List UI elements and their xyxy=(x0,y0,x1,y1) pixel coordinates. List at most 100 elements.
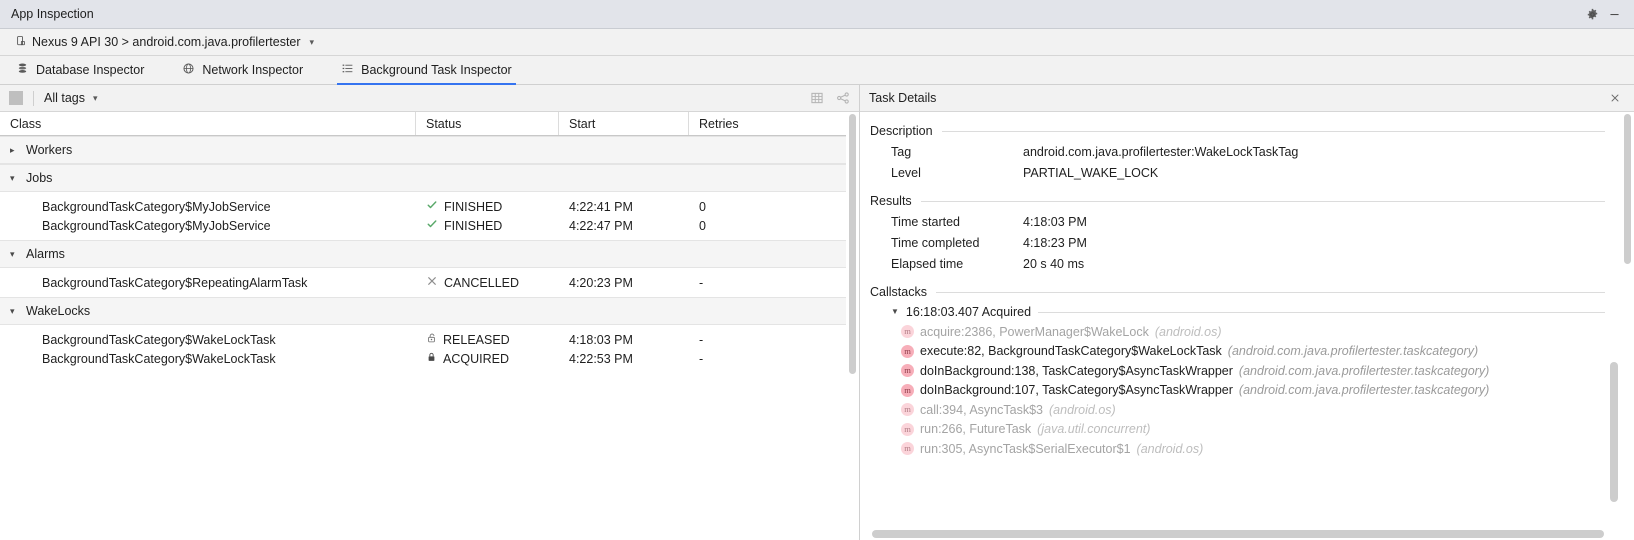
cell-start: 4:20:23 PM xyxy=(559,273,689,292)
inspector-tabs: Database Inspector Network Inspector Bac… xyxy=(0,56,1634,85)
cell-status: FINISHED xyxy=(416,197,559,216)
results-section: Results Time started 4:18:03 PM Time com… xyxy=(870,194,1621,274)
field-key: Elapsed time xyxy=(870,257,1023,271)
tab-network-inspector[interactable]: Network Inspector xyxy=(180,56,317,84)
callstack-frame[interactable]: m acquire:2386, PowerManager$WakeLock (a… xyxy=(870,322,1621,342)
group-row-wakelocks[interactable]: ▾ WakeLocks xyxy=(0,297,846,325)
method-icon: m xyxy=(901,403,914,416)
chevron-right-icon: ▸ xyxy=(10,146,19,155)
callstack-frame[interactable]: m execute:82, BackgroundTaskCategory$Wak… xyxy=(870,342,1621,362)
database-icon xyxy=(16,62,29,78)
section-rule xyxy=(1038,312,1605,313)
chevron-down-icon: ▾ xyxy=(310,38,315,47)
toolbar-divider xyxy=(33,91,34,106)
table-row[interactable]: BackgroundTaskCategory$MyJobService FINI… xyxy=(0,197,846,216)
method-icon: m xyxy=(901,364,914,377)
detail-field-level: Level PARTIAL_WAKE_LOCK xyxy=(870,162,1621,183)
column-header-start[interactable]: Start xyxy=(559,112,689,135)
frame-package: (java.util.concurrent) xyxy=(1037,422,1150,436)
scrollbar-thumb[interactable] xyxy=(1624,114,1631,264)
column-header-retries[interactable]: Retries xyxy=(689,112,846,135)
cell-start: 4:22:47 PM xyxy=(559,216,689,235)
group-row-alarms[interactable]: ▾ Alarms xyxy=(0,240,846,268)
task-list-scrollbar[interactable] xyxy=(846,112,859,540)
section-rule xyxy=(921,201,1605,202)
callstack-frame[interactable]: m call:394, AsyncTask$3 (android.os) xyxy=(870,400,1621,420)
field-value: android.com.java.profilertester:WakeLock… xyxy=(1023,145,1298,159)
group-row-workers[interactable]: ▸ Workers xyxy=(0,136,846,164)
description-section: Description Tag android.com.java.profile… xyxy=(870,124,1621,183)
callstack-frame[interactable]: m run:266, FutureTask (java.util.concurr… xyxy=(870,420,1621,440)
chevron-down-icon: ▾ xyxy=(10,250,19,259)
details-scrollbar-vertical[interactable] xyxy=(1621,112,1634,540)
frame-name: doInBackground:107, TaskCategory$AsyncTa… xyxy=(920,383,1233,397)
cell-retries: 0 xyxy=(689,197,846,216)
cell-class: BackgroundTaskCategory$WakeLockTask xyxy=(0,330,416,349)
method-icon: m xyxy=(901,423,914,436)
close-icon[interactable] xyxy=(1604,87,1626,109)
group-row-jobs[interactable]: ▾ Jobs xyxy=(0,164,846,192)
cell-status: CANCELLED xyxy=(416,273,559,292)
stop-icon[interactable] xyxy=(9,91,23,105)
cell-retries: - xyxy=(689,273,846,292)
method-icon: m xyxy=(901,325,914,338)
minimize-icon[interactable] xyxy=(1603,3,1625,25)
group-label: WakeLocks xyxy=(26,304,90,318)
callstack-frame[interactable]: m run:305, AsyncTask$SerialExecutor$1 (a… xyxy=(870,439,1621,459)
cell-retries: 0 xyxy=(689,216,846,235)
chevron-down-icon: ▼ xyxy=(891,308,899,316)
tab-database-inspector[interactable]: Database Inspector xyxy=(14,56,158,84)
field-value: 4:18:03 PM xyxy=(1023,215,1087,229)
status-label: ACQUIRED xyxy=(443,352,509,366)
field-value: 4:18:23 PM xyxy=(1023,236,1087,250)
table-header-row: Class Status Start Retries xyxy=(0,112,846,136)
globe-icon xyxy=(182,62,195,78)
status-label: FINISHED xyxy=(444,200,502,214)
device-selector-label: Nexus 9 API 30 > android.com.java.profil… xyxy=(32,35,301,49)
detail-field-time-completed: Time completed 4:18:23 PM xyxy=(870,232,1621,253)
lock-closed-icon xyxy=(426,351,437,366)
table-row[interactable]: BackgroundTaskCategory$RepeatingAlarmTas… xyxy=(0,273,846,292)
section-rule xyxy=(936,292,1605,293)
app-inspection-window: App Inspection Nexus 9 API 30 > android.… xyxy=(0,0,1634,540)
table-view-icon[interactable] xyxy=(807,88,827,108)
method-icon: m xyxy=(901,442,914,455)
field-key: Time started xyxy=(870,215,1023,229)
callstack-frame[interactable]: m doInBackground:138, TaskCategory$Async… xyxy=(870,361,1621,381)
chevron-down-icon: ▾ xyxy=(10,307,19,316)
cell-status: FINISHED xyxy=(416,216,559,235)
status-label: RELEASED xyxy=(443,333,510,347)
method-icon: m xyxy=(901,384,914,397)
callstacks-heading: Callstacks xyxy=(870,285,1621,299)
tags-filter-dropdown[interactable]: All tags ▾ xyxy=(44,91,98,105)
tab-background-task-inspector[interactable]: Background Task Inspector xyxy=(339,56,526,84)
callstack-group-header[interactable]: ▼ 16:18:03.407 Acquired xyxy=(870,302,1621,322)
callstack-frame[interactable]: m doInBackground:107, TaskCategory$Async… xyxy=(870,381,1621,401)
task-details-title: Task Details xyxy=(869,91,936,105)
task-details-body: Description Tag android.com.java.profile… xyxy=(860,112,1634,540)
cell-start: 4:22:53 PM xyxy=(559,349,689,368)
device-selector[interactable]: Nexus 9 API 30 > android.com.java.profil… xyxy=(10,33,319,52)
field-key: Time completed xyxy=(870,236,1023,250)
callstack-scrollbar-vertical[interactable] xyxy=(1610,362,1618,502)
column-header-status[interactable]: Status xyxy=(416,112,559,135)
cell-class: BackgroundTaskCategory$MyJobService xyxy=(0,216,416,235)
tab-label: Database Inspector xyxy=(36,63,144,77)
table-row[interactable]: BackgroundTaskCategory$MyJobService FINI… xyxy=(0,216,846,235)
table-row[interactable]: BackgroundTaskCategory$WakeLockTask ACQU… xyxy=(0,349,846,368)
section-label: Callstacks xyxy=(870,285,927,299)
column-header-class[interactable]: Class xyxy=(0,112,416,135)
table-row[interactable]: BackgroundTaskCategory$WakeLockTask RELE… xyxy=(0,330,846,349)
cell-class: BackgroundTaskCategory$RepeatingAlarmTas… xyxy=(0,273,416,292)
scrollbar-thumb[interactable] xyxy=(849,114,856,374)
frame-name: run:305, AsyncTask$SerialExecutor$1 xyxy=(920,442,1131,456)
section-label: Description xyxy=(870,124,933,138)
task-details-content: Description Tag android.com.java.profile… xyxy=(860,112,1621,540)
field-key: Tag xyxy=(870,145,1023,159)
tab-label: Background Task Inspector xyxy=(361,63,512,77)
group-label: Jobs xyxy=(26,171,52,185)
callstack-scrollbar-horizontal[interactable] xyxy=(872,530,1604,538)
graph-view-icon[interactable] xyxy=(833,88,853,108)
frame-package: (android.os) xyxy=(1049,403,1116,417)
gear-icon[interactable] xyxy=(1581,3,1603,25)
